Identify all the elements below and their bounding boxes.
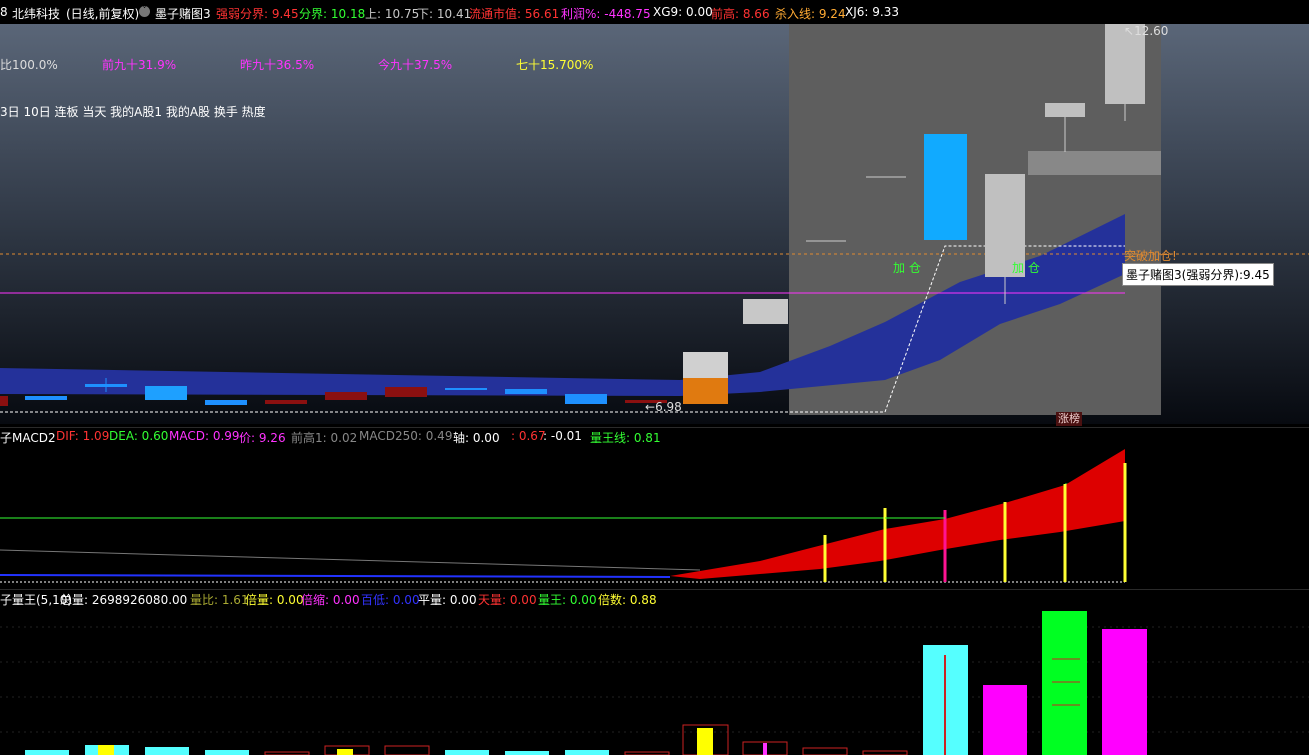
volume-value: 总量: 2698926080.00: [60, 593, 188, 607]
header-value: 杀入线: 9.24: [775, 7, 846, 21]
volume-value: 倍量: 0.00: [245, 593, 304, 607]
volume-value: 倍缩: 0.00: [301, 593, 360, 607]
macd-blue-line: [0, 574, 671, 578]
macd-value: MACD250: 0.49: [359, 429, 453, 443]
breakout-label: 突破加仓!: [1124, 249, 1177, 263]
header-value: 下: 10.41: [417, 7, 472, 21]
volume-bar: [697, 728, 713, 755]
tooltip: 墨子赌图3(强弱分界):9.45: [1122, 263, 1274, 286]
candle: [505, 389, 547, 394]
volume-value: 天量: 0.00: [478, 593, 537, 607]
divider[interactable]: [0, 427, 1309, 428]
price-high-label: ↖12.60: [1124, 24, 1169, 38]
macd-value: MACD: 0.99: [169, 429, 240, 443]
candle: [385, 387, 427, 397]
volume-value: 百低: 0.00: [361, 593, 420, 607]
volume-chart-svg: [0, 611, 1309, 755]
macd-header: 子MACD2 DIF: 1.09 DEA: 0.60 MACD: 0.99 价: 9.…: [0, 429, 1309, 445]
macd-value: DEA: 0.60: [109, 429, 169, 443]
volume-header: 子量王(5,10) 总量: 2698926080.00 量比: 1.61 倍量: 0…: [0, 591, 1309, 607]
price-low-value: 6.98: [655, 400, 682, 414]
volume-bar: [384, 745, 430, 755]
macd-value: 轴: 0.00: [453, 431, 500, 445]
candle: [0, 396, 8, 406]
volume-bar: [505, 751, 549, 755]
chevron-down-icon[interactable]: ˅: [139, 6, 150, 17]
volume-value: 平量: 0.00: [418, 593, 477, 607]
macd-value: 价: 9.26: [239, 431, 286, 445]
candle: [683, 378, 728, 404]
volume-bar: [25, 750, 69, 755]
header-value: 前高: 8.66: [711, 7, 770, 21]
volume-bar: [802, 747, 848, 755]
candle: [205, 400, 247, 405]
info-bar: 8 北纬科技 (日线,前复权) ˅ 墨子赌图3 强弱分界: 9.45 分界: 10…: [0, 0, 1309, 24]
header-value: 强弱分界: 9.45: [216, 7, 299, 21]
indicator-name[interactable]: 墨子赌图3: [155, 5, 211, 22]
trend-band: [0, 214, 1125, 396]
candle: [743, 299, 788, 324]
plateau-box: [1028, 151, 1161, 175]
price-chart-svg: [0, 24, 1309, 413]
volume-bar: [565, 750, 609, 755]
volume-bar: [337, 749, 353, 755]
header-value: 流通市值: 56.61: [469, 7, 560, 21]
volume-bar: [983, 685, 1027, 755]
macd-value: 前高1: 0.02: [291, 431, 358, 445]
candle: [924, 134, 967, 240]
macd-grey-line: [0, 549, 701, 571]
add-position-label: 加 仓: [893, 261, 921, 275]
header-value: XG9: 0.00: [653, 5, 713, 19]
candles-left: [0, 24, 1145, 406]
macd-chart-svg: [0, 449, 1127, 583]
divider[interactable]: [0, 589, 1309, 590]
candle: [325, 392, 367, 400]
candle: [445, 388, 487, 390]
macd-title[interactable]: 子MACD2: [0, 429, 56, 446]
candle: [565, 394, 607, 404]
volume-bar: [763, 743, 767, 755]
candle: [145, 386, 187, 400]
volume-bar: [98, 745, 114, 755]
candle: [1045, 103, 1085, 117]
volume-value: 倍数: 0.88: [598, 593, 657, 607]
volume-bar: [205, 750, 249, 755]
volume-bar: [145, 747, 189, 755]
volume-value: 量比: 1.61: [190, 593, 249, 607]
header-value: 上: 10.75: [365, 7, 420, 21]
header-value: 分界: 10.18: [299, 7, 366, 21]
period-label: (日线,前复权): [66, 7, 140, 21]
macd-value: DIF: 1.09: [56, 429, 110, 443]
candle: [265, 400, 307, 404]
header-value: XJ6: 9.33: [845, 5, 899, 19]
macd-value: : 0.67: [511, 429, 546, 443]
volume-bar: [1042, 611, 1087, 755]
volume-bar: [445, 750, 489, 755]
macd-value: 量王线: 0.81: [590, 431, 661, 445]
add-position-label: 加 仓: [1012, 261, 1040, 275]
macd-red-area: [670, 449, 1125, 579]
price-low-label: ←6.98: [645, 400, 682, 414]
limit-up-tag: 涨榜: [1056, 412, 1082, 426]
macd-value: : -0.01: [543, 429, 582, 443]
volume-value: 量王: 0.00: [538, 593, 597, 607]
price-high-value: 12.60: [1134, 24, 1169, 38]
candle: [25, 396, 67, 400]
period-prefix: 8: [0, 5, 8, 19]
stock-name[interactable]: 北纬科技: [12, 5, 60, 22]
volume-bar: [862, 750, 908, 755]
candle: [683, 352, 728, 378]
header-value: 利润%: -448.75: [561, 7, 651, 21]
volume-bar: [1102, 629, 1147, 755]
